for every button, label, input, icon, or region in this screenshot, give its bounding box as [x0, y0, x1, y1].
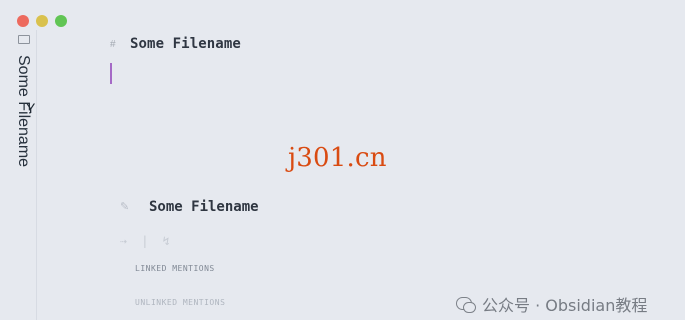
show-more-context-icon[interactable]: ↯: [162, 234, 169, 248]
backlinks-title: Some Filename: [149, 199, 259, 215]
backlinks-header: ✎ Some Filename: [120, 198, 370, 216]
maximize-window-button[interactable]: [55, 15, 67, 27]
editor-pane: # Some Filename j301.cn ✎ Some Filename …: [38, 30, 683, 320]
left-sidebar: Some Filename Y: [10, 30, 37, 320]
linked-mentions-label[interactable]: LINKED MENTIONS: [135, 264, 370, 273]
sort-order-icon[interactable]: |: [141, 234, 148, 248]
backlinks-toolbar: ⇢ | ↯: [120, 232, 370, 250]
sidebar-file-title: Some Filename: [15, 55, 32, 168]
watermark-text: j301.cn: [288, 143, 387, 173]
close-window-button[interactable]: [17, 15, 29, 27]
note-heading-row: # Some Filename: [110, 36, 241, 52]
collapse-results-icon[interactable]: ⇢: [120, 234, 127, 248]
footer-credit-text: 公众号 · Obsidian教程: [482, 296, 648, 315]
minimize-window-button[interactable]: [36, 15, 48, 27]
unlinked-mentions-label[interactable]: UNLINKED MENTIONS: [135, 298, 370, 307]
window-titlebar: [10, 8, 683, 30]
footer-credit: 公众号 · Obsidian教程: [456, 292, 647, 316]
text-cursor: [110, 63, 112, 84]
note-heading: Some Filename: [130, 36, 241, 52]
app-window: Some Filename Y # Some Filename j301.cn …: [10, 8, 683, 320]
cursor-icon: Y: [26, 100, 36, 116]
hash-icon: #: [110, 38, 116, 50]
wechat-icon: [456, 297, 476, 313]
backlinks-pane: ✎ Some Filename ⇢ | ↯ LINKED MENTIONS UN…: [120, 198, 370, 320]
checkbox-icon[interactable]: [18, 35, 30, 44]
pencil-icon: ✎: [120, 201, 130, 213]
